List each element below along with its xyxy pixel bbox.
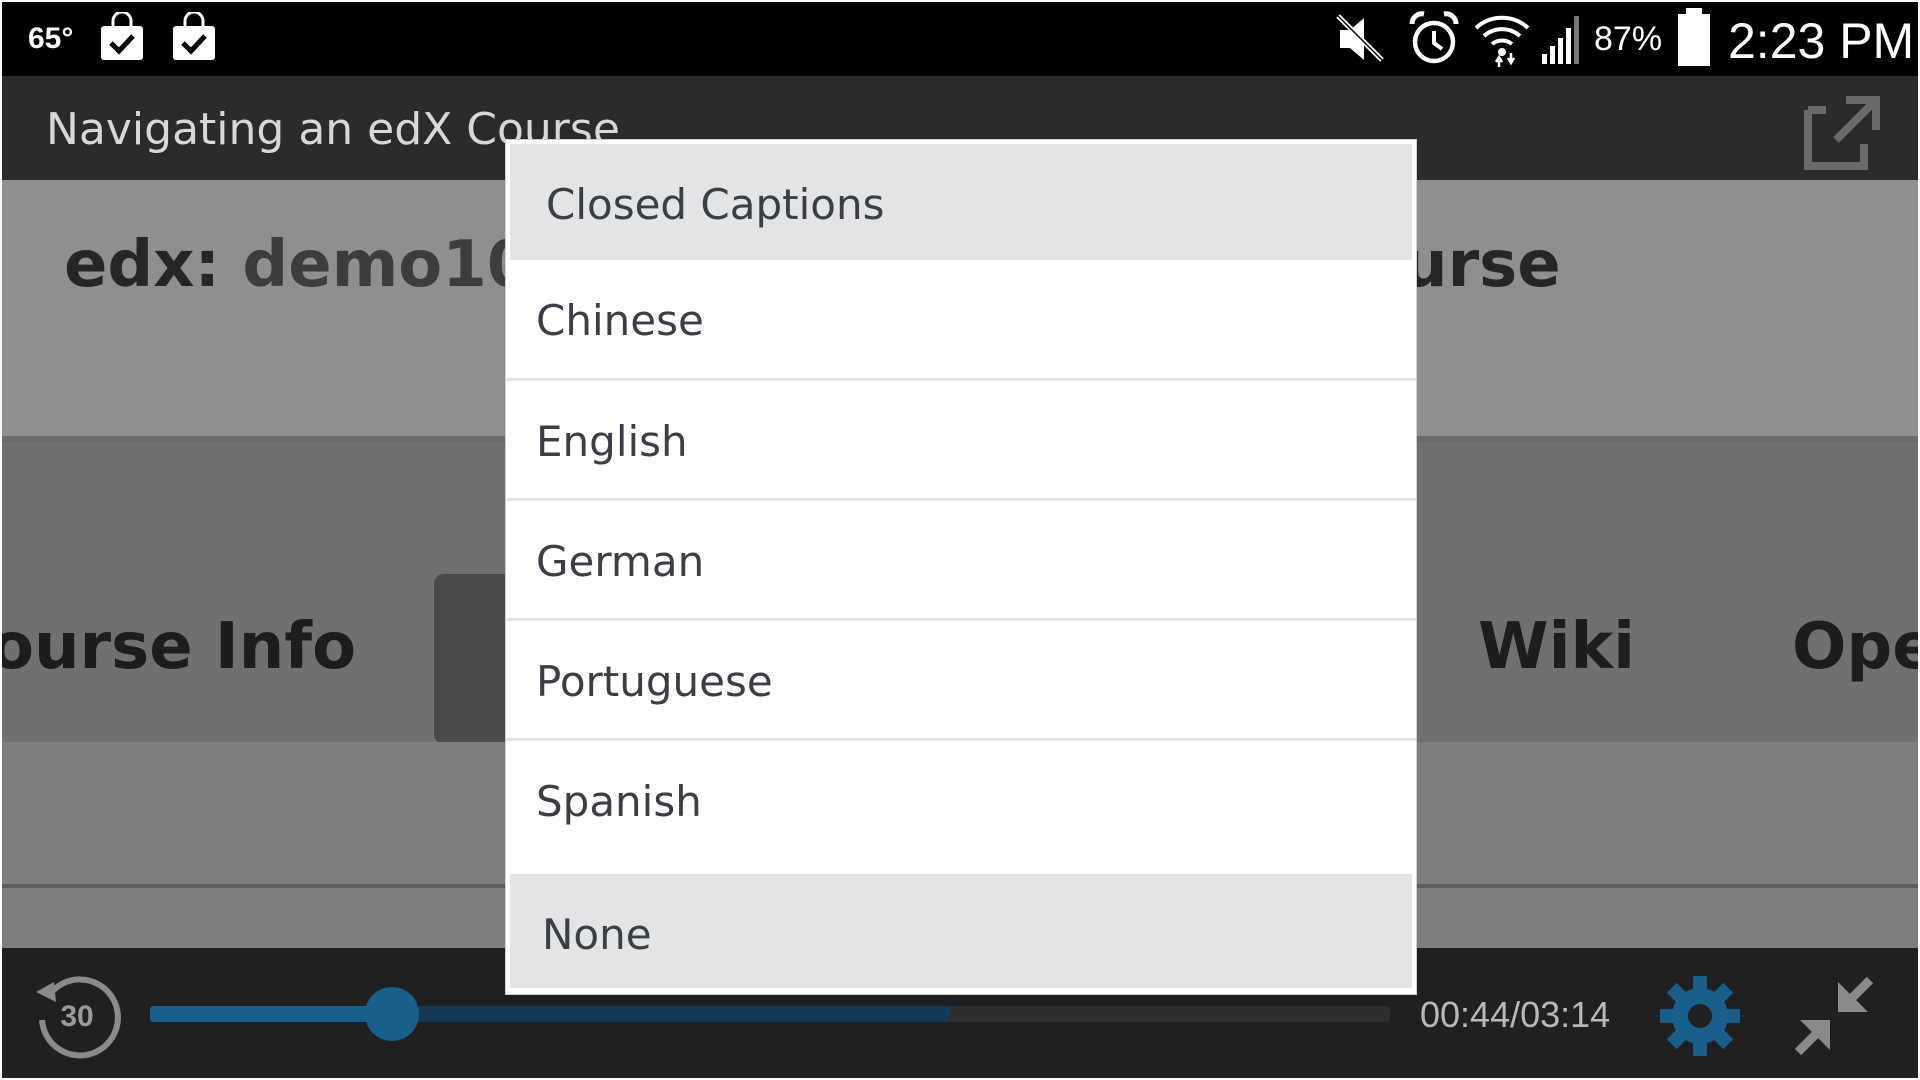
caption-option-label: English bbox=[536, 417, 688, 466]
time-readout: 00:44/03:14 bbox=[1420, 994, 1611, 1035]
video-heading-course: demo10 bbox=[242, 228, 532, 302]
battery-percent: 87% bbox=[1594, 20, 1663, 58]
video-course-heading: edx: demo10 bbox=[64, 228, 531, 302]
video-heading-suffix: urse bbox=[1402, 228, 1561, 302]
caption-option-label: Portuguese bbox=[536, 657, 773, 706]
app-frame: 65° 87% 2:23 PM Navigating an edX Course… bbox=[2, 2, 1918, 1078]
wifi-icon bbox=[1474, 15, 1530, 67]
battery-icon bbox=[1678, 8, 1710, 66]
caption-option-label: Spanish bbox=[536, 777, 702, 826]
seek-played bbox=[150, 1006, 392, 1022]
caption-option-spanish[interactable]: Spanish bbox=[506, 738, 1416, 872]
seek-thumb[interactable] bbox=[364, 987, 419, 1041]
exit-fullscreen-icon[interactable] bbox=[1790, 972, 1878, 1060]
settings-gear-icon[interactable] bbox=[1656, 972, 1744, 1060]
caption-option-chinese[interactable]: Chinese bbox=[506, 260, 1416, 378]
dialog-header: Closed Captions bbox=[510, 144, 1412, 260]
clock: 2:23 PM bbox=[1728, 13, 1915, 69]
caption-option-german[interactable]: German bbox=[506, 498, 1416, 618]
replay-30-icon[interactable]: 30 bbox=[32, 970, 122, 1060]
mute-icon bbox=[1336, 14, 1384, 62]
caption-option-none-label: None bbox=[542, 910, 652, 959]
caption-option-label: German bbox=[536, 537, 705, 586]
signal-icon bbox=[1542, 16, 1579, 64]
open-external-icon[interactable] bbox=[1802, 92, 1882, 172]
caption-option-label: Chinese bbox=[536, 296, 704, 345]
caption-option-english[interactable]: English bbox=[506, 378, 1416, 498]
status-bar: 65° 87% 2:23 PM bbox=[2, 2, 1918, 76]
alarm-icon bbox=[1409, 11, 1459, 64]
video-nav-open: Ope bbox=[1792, 610, 1918, 684]
closed-captions-dialog: Closed Captions Chinese English German P… bbox=[506, 140, 1416, 994]
temperature-label: 65° bbox=[28, 22, 74, 55]
video-nav-wiki: Wiki bbox=[1478, 610, 1636, 684]
replay-seconds-label: 30 bbox=[60, 1000, 93, 1033]
shopping-bag-check-icon bbox=[101, 12, 143, 60]
video-nav-course-info: ourse Info bbox=[2, 610, 357, 684]
seek-bar[interactable] bbox=[150, 987, 1390, 1041]
video-heading-prefix: edx: bbox=[64, 228, 221, 302]
dialog-title: Closed Captions bbox=[546, 180, 885, 229]
shopping-bag-check-icon bbox=[173, 12, 215, 60]
caption-option-portuguese[interactable]: Portuguese bbox=[506, 618, 1416, 738]
caption-option-none[interactable]: None bbox=[510, 874, 1412, 988]
